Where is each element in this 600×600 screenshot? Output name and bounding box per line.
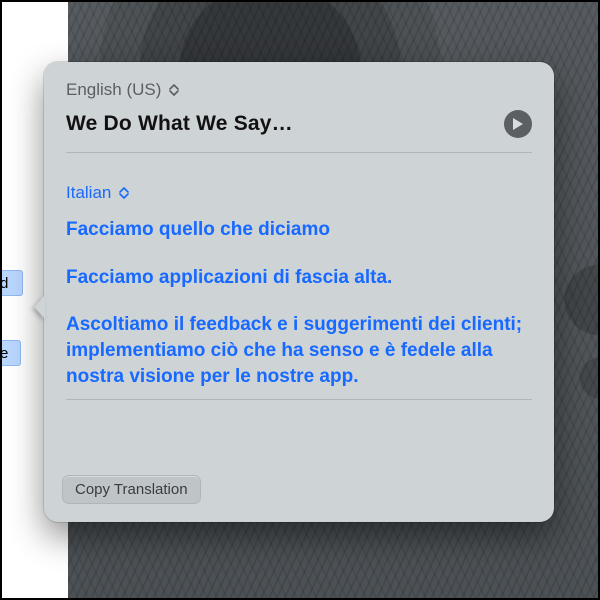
copy-translation-label: Copy Translation [75,481,188,498]
copy-translation-button[interactable]: Copy Translation [62,475,201,504]
target-language-label: Italian [66,183,111,203]
translation-paragraph: Facciamo quello che diciamo [66,217,532,243]
divider [66,399,532,400]
selected-text-fragment: e [0,340,21,366]
translation-text: Facciamo quello che diciamo Facciamo app… [66,217,532,389]
popover-header: English (US) We Do What We Say… [44,62,554,167]
popover-body: Italian Facciamo quello che diciamo Facc… [44,167,554,475]
popover-footer: Copy Translation [44,475,554,522]
source-language-picker[interactable]: English (US) [66,80,532,100]
source-title: We Do What We Say… [66,112,293,136]
play-audio-button[interactable] [504,110,532,138]
source-title-row: We Do What We Say… [66,110,532,138]
translation-paragraph: Facciamo applicazioni di fascia alta. [66,265,532,291]
translation-popover: English (US) We Do What We Say… Italian [44,62,554,522]
selected-text-fragment: d [0,270,23,296]
screenshot-root: d e English (US) We Do What We Say… [0,0,600,600]
play-icon [512,117,524,131]
source-language-label: English (US) [66,80,161,100]
chevron-updown-icon [119,187,129,199]
target-language-picker[interactable]: Italian [66,183,532,203]
chevron-updown-icon [169,84,179,96]
divider [66,152,532,153]
translation-paragraph: Ascoltiamo il feedback e i suggerimenti … [66,312,532,389]
